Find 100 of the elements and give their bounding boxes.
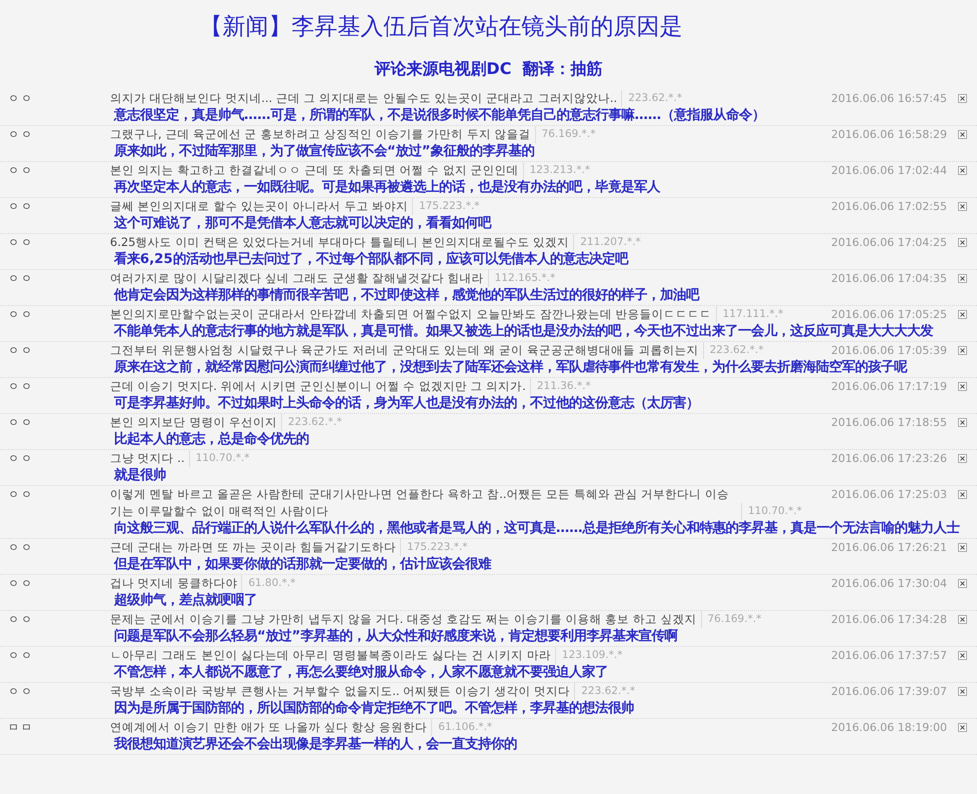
delete-icon[interactable]	[958, 490, 967, 499]
comment-text: 본인 의지는 확고하고 한결같네ㅇㅇ 근데 또 차출되면 어쩔 수 없지 군인인데	[110, 162, 519, 179]
commenter-name[interactable]: ㅇㅇ	[0, 647, 110, 664]
ip-address: 211.207.*.*	[573, 234, 641, 251]
ip-address: 112.165.*.*	[488, 270, 556, 287]
comment-date: 2016.06.06 17:17:19	[831, 379, 947, 395]
comment-text: 의지가 대단해보인다 멋지네... 근데 그 의지대로는 안될수도 있는곳이 군대라고 그러지않았나..	[110, 90, 618, 107]
translation-text: 原来如此，不过陆军那里，为了做宣传应该不会“放过”象征般的李昇基的	[114, 143, 534, 161]
commenter-name[interactable]: ㅇㅇ	[0, 486, 110, 503]
comment-date: 2016.06.06 17:34:28	[831, 612, 947, 628]
delete-icon[interactable]	[958, 238, 967, 247]
comment-date: 2016.06.06 17:30:04	[831, 576, 947, 592]
comment-text: 본인의지로만할수없는곳이 군대라서 안타깝네 차출되면 어쩔수없지 오늘만봐도 잠깐나왔는데 반응들이ㄷㄷㄷㄷ	[110, 306, 712, 323]
ip-address: 110.70.*.*	[741, 503, 802, 520]
commenter-name[interactable]: ㅇㅇ	[0, 539, 110, 556]
translation-text: 再次坚定本人的意志，一如既往呢。可是如果再被遴选上的话，也是没有办法的吧，毕竟是军人	[114, 179, 660, 197]
commenter-name[interactable]: ㅇㅇ	[0, 342, 110, 359]
comment-date: 2016.06.06 17:04:25	[831, 235, 947, 251]
comment-date: 2016.06.06 17:37:57	[831, 648, 947, 664]
comment-text: 겁나 멋지네 뭉클하다야	[110, 575, 238, 592]
ip-address: 61.106.*.*	[431, 719, 492, 736]
ip-address: 117.111.*.*	[716, 306, 784, 323]
comment-date: 2016.06.06 16:58:29	[831, 127, 947, 143]
translation-text: 可是李昇基好帅。不过如果时上头命令的话，身为军人也是没有办法的，不过他的这份意志（太厉害）	[114, 395, 699, 413]
comment-text: 글쎄 본인의지대로 할수 있는곳이 아니라서 두고 봐야지	[110, 198, 408, 215]
comment-text: 그냥 멋지다 ..	[110, 450, 185, 467]
comment-date: 2016.06.06 18:19:00	[831, 720, 947, 736]
ip-address: 76.169.*.*	[534, 126, 596, 143]
delete-icon[interactable]	[958, 687, 967, 696]
translation-text: 比起本人的意志，总是命令优先的	[114, 431, 309, 449]
translation-text: 意志很坚定，真是帅气……可是，所谓的军队，不是说很多时候不能单凭自己的意志行事嘛……（意指服从命令）	[114, 107, 766, 125]
ip-address: 123.109.*.*	[554, 647, 623, 664]
delete-icon[interactable]	[958, 454, 967, 463]
ip-address: 61.80.*.*	[241, 575, 296, 592]
ip-address: 223.62.*.*	[280, 414, 342, 431]
translation-text: 就是很帅	[114, 467, 166, 485]
delete-icon[interactable]	[958, 418, 967, 427]
comment-text: 근데 군대는 까라면 또 까는 곳이라 힘들거같기도하다	[110, 539, 396, 556]
ip-address: 175.223.*.*	[400, 539, 468, 556]
translation-text: 这个可难说了，那可不是凭借本人意志就可以决定的，看看如何吧	[114, 215, 491, 233]
delete-icon[interactable]	[958, 543, 967, 552]
delete-icon[interactable]	[958, 166, 967, 175]
comment-text: 근데 이승기 멋지다. 위에서 시키면 군인신분이니 어쩔 수 없겠지만 그 의지가.	[110, 378, 526, 395]
translation-text: 原来在这之前，就经常因慰问公演而纠缠过他了，没想到去了陆军还会这样，军队虐待事件也常有发生，为什么要去折磨海陆空军的孩子呢	[114, 359, 907, 377]
commenter-name[interactable]: ㅇㅇ	[0, 162, 110, 179]
delete-icon[interactable]	[958, 310, 967, 319]
delete-icon[interactable]	[958, 94, 967, 103]
commenter-name[interactable]: ㅁㅁ	[0, 719, 110, 736]
commenter-name[interactable]: ㅇㅇ	[0, 450, 110, 467]
delete-icon[interactable]	[958, 579, 967, 588]
comment-date: 2016.06.06 17:23:26	[831, 451, 947, 467]
delete-icon[interactable]	[958, 346, 967, 355]
comment-date: 2016.06.06 17:05:39	[831, 343, 947, 359]
comment-text: 연예계에서 이승기 만한 애가 또 나올까 싶다 항상 응원한다	[110, 719, 428, 736]
translation-text: 他肯定会因为这样那样的事情而很辛苦吧，不过即使这样，感觉他的军队生活过的很好的样子，加油吧	[114, 287, 699, 305]
ip-address: 123.213.*.*	[522, 162, 590, 179]
comment-date: 2016.06.06 17:04:35	[831, 271, 947, 287]
comment-text: 국방부 소속이라 국방부 큰행사는 거부할수 없을지도.. 어찌됐든 이승기 생각이 멋지다	[110, 683, 570, 700]
commenter-name[interactable]: ㅇㅇ	[0, 270, 110, 287]
ip-address: 223.62.*.*	[574, 683, 636, 700]
comment-date: 2016.06.06 16:57:45	[831, 91, 947, 107]
comment-date: 2016.06.06 17:39:07	[831, 684, 947, 700]
commenter-name[interactable]: ㅇㅇ	[0, 306, 110, 323]
delete-icon[interactable]	[958, 723, 967, 732]
commenter-name[interactable]: ㅇㅇ	[0, 683, 110, 700]
translation-text: 看来6,25的活动也早已去问过了，不过每个部队都不同，应该可以凭借本人的意志决定吧	[114, 251, 628, 269]
translation-text: 向这般三观、品行端正的人说什么军队什么的，黑他或者是骂人的，这可真是……总是拒绝所有关心和特惠的李昇基，真是一个无法言喻的魅力人士	[114, 520, 960, 538]
commenter-name[interactable]: ㅇㅇ	[0, 414, 110, 431]
delete-icon[interactable]	[958, 274, 967, 283]
comment-text: 그전부터 위문행사엄청 시달렸구나 육군가도 저러네 군악대도 있는데 왜 굳이 육군공군해병대애들 괴롭히는지	[110, 342, 699, 359]
delete-icon[interactable]	[958, 382, 967, 391]
translation-text: 超级帅气，差点就哽咽了	[114, 592, 257, 610]
commenter-name[interactable]: ㅇㅇ	[0, 198, 110, 215]
translation-text: 我很想知道演艺界还会不会出现像是李昇基一样的人，会一直支持你的	[114, 736, 517, 754]
commenter-name[interactable]: ㅇㅇ	[0, 611, 110, 628]
commenter-name[interactable]: ㅇㅇ	[0, 126, 110, 143]
commenter-name[interactable]: ㅇㅇ	[0, 575, 110, 592]
comment-date: 2016.06.06 17:18:55	[831, 415, 947, 431]
ip-address: 76.169.*.*	[700, 611, 762, 628]
comment-date: 2016.06.06 17:02:55	[831, 199, 947, 215]
delete-icon[interactable]	[958, 130, 967, 139]
ip-address: 211.36.*.*	[530, 378, 591, 395]
ip-address: 175.223.*.*	[412, 198, 480, 215]
article-title: 【新闻】李昇基入伍后首次站在镜头前的原因是	[200, 13, 682, 42]
comment-text: ㄴ아무리 그래도 본인이 싫다는데 아무리 명령불복종이라도 싫다는 건 시키지 마라	[110, 647, 551, 664]
commenter-name[interactable]: ㅇㅇ	[0, 90, 110, 107]
comment-text: 여러가지로 많이 시달리겠다 싶네 그래도 군생활 잘해낼것같다 힘내라	[110, 270, 484, 287]
comment-date: 2016.06.06 17:02:44	[831, 163, 947, 179]
commenter-name[interactable]: ㅇㅇ	[0, 378, 110, 395]
delete-icon[interactable]	[958, 615, 967, 624]
comment-date: 2016.06.06 17:05:25	[831, 307, 947, 323]
delete-icon[interactable]	[958, 651, 967, 660]
commenter-name[interactable]: ㅇㅇ	[0, 234, 110, 251]
translation-text: 但是在军队中，如果要你做的话那就一定要做的，估计应该会很难	[114, 556, 491, 574]
ip-address: 110.70.*.*	[188, 450, 250, 467]
translation-text: 不能单凭本人的意志行事的地方就是军队，真是可惜。如果又被选上的话也是没办法的吧，今天也不过出来了一会儿，这反应可真是大大大大发	[114, 323, 933, 341]
comment-text: 문제는 군에서 이승기를 그냥 가만히 냅두지 않을 거다. 대중성 호감도 쩌는 이승기를 이용해 홍보 하고 싶겠지	[110, 611, 696, 628]
comment-text: 6.25행사도 이미 컨택은 있었다는거네 부대마다 틀릴테니 본인의지대로될수도 있겠지	[110, 234, 570, 251]
comment-date: 2016.06.06 17:25:03	[831, 487, 947, 503]
delete-icon[interactable]	[958, 202, 967, 211]
